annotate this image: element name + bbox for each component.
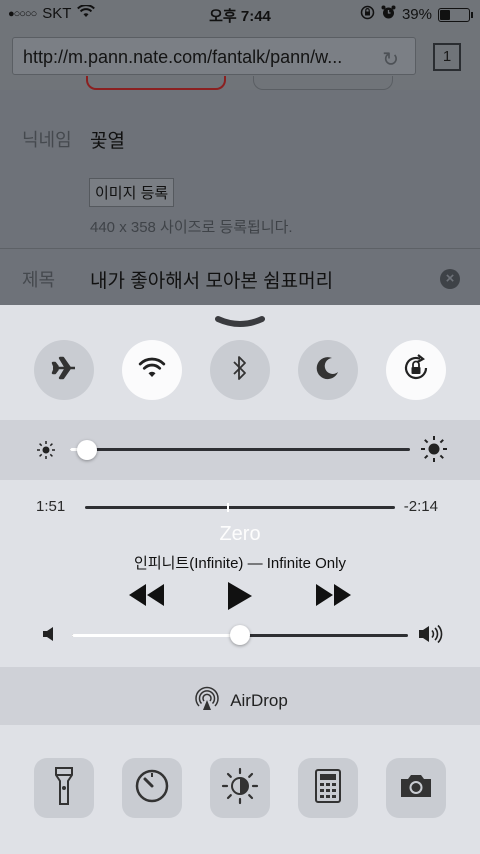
- airdrop-icon: [192, 683, 222, 718]
- reload-icon[interactable]: ↻: [382, 47, 399, 72]
- flashlight-button[interactable]: [34, 758, 94, 818]
- elapsed-time: 1:51: [36, 498, 66, 515]
- url-text: http://m.pann.nate.com/fantalk/pann/w...: [23, 47, 343, 67]
- timer-icon: [134, 768, 170, 809]
- camera-icon: [399, 773, 433, 804]
- volume-fill: [72, 634, 240, 637]
- fast-forward-icon[interactable]: [314, 580, 352, 615]
- grabber-handle-icon[interactable]: [215, 315, 265, 336]
- playback-position[interactable]: [226, 503, 229, 512]
- calculator-button[interactable]: [298, 758, 358, 818]
- browser-toolbar: http://m.pann.nate.com/fantalk/pann/w...…: [0, 28, 480, 90]
- clear-title-icon[interactable]: ×: [440, 269, 460, 289]
- wifi-toggle[interactable]: [122, 340, 182, 400]
- song-title: Zero: [219, 523, 261, 545]
- url-field[interactable]: http://m.pann.nate.com/fantalk/pann/w...…: [12, 37, 416, 75]
- airplane-mode-toggle[interactable]: [34, 340, 94, 400]
- form-divider: [0, 248, 480, 249]
- play-icon[interactable]: [226, 580, 254, 617]
- control-center: 1:51 -2:14 Zero 인피니트(Infinite) — Infinit…: [0, 305, 480, 854]
- volume-knob[interactable]: [230, 625, 250, 645]
- brightness-control: [0, 420, 480, 480]
- quick-tools: [0, 725, 480, 854]
- airdrop-label: AirDrop: [230, 690, 288, 710]
- title-input[interactable]: 내가 좋아해서 모아본 쉼표머리: [90, 266, 333, 293]
- nickname-label: 닉네임: [22, 130, 72, 150]
- moon-icon: [315, 355, 341, 386]
- battery-percent: 39%: [401, 6, 432, 23]
- wifi-icon: [138, 356, 166, 385]
- do-not-disturb-toggle[interactable]: [298, 340, 358, 400]
- submit-button-partial[interactable]: [86, 76, 226, 90]
- image-upload-button[interactable]: 이미지 등록: [89, 178, 175, 207]
- volume-low-icon: [42, 626, 56, 647]
- artist-album: 인피니트(Infinite) — Infinite Only: [134, 555, 346, 572]
- flashlight-icon: [54, 766, 74, 811]
- rewind-icon[interactable]: [128, 580, 166, 615]
- bluetooth-icon: [230, 354, 250, 387]
- title-label: 제목: [22, 270, 56, 290]
- bluetooth-toggle[interactable]: [210, 340, 270, 400]
- brightness-track[interactable]: [70, 448, 410, 451]
- battery-icon: [438, 7, 473, 22]
- timer-button[interactable]: [122, 758, 182, 818]
- nickname-value: 꽃열: [90, 131, 125, 152]
- camera-button[interactable]: [386, 758, 446, 818]
- night-shift-icon: [221, 767, 259, 810]
- rotation-lock-toggle[interactable]: [386, 340, 446, 400]
- cancel-button-partial[interactable]: [253, 76, 393, 90]
- brightness-high-icon: [420, 435, 448, 468]
- toggle-row: [0, 340, 480, 402]
- brightness-knob[interactable]: [77, 440, 97, 460]
- playback-track[interactable]: [85, 506, 395, 509]
- alarm-status-icon: [381, 5, 396, 24]
- now-playing: 1:51 -2:14 Zero 인피니트(Infinite) — Infinit…: [0, 480, 480, 667]
- brightness-low-icon: [36, 440, 56, 465]
- image-size-hint: 440 x 358 사이즈로 등록됩니다.: [90, 219, 293, 236]
- airdrop-button[interactable]: AirDrop: [0, 667, 480, 725]
- calculator-icon: [315, 768, 341, 808]
- night-shift-button[interactable]: [210, 758, 270, 818]
- status-bar: ●○○○○ SKT 오후 7:44 39%: [0, 0, 480, 28]
- volume-high-icon: [418, 624, 444, 649]
- remaining-time: -2:14: [403, 498, 438, 515]
- airplane-icon: [50, 354, 78, 387]
- rotation-lock-icon: [400, 352, 432, 389]
- tabs-button[interactable]: 1: [433, 43, 461, 71]
- rotation-lock-status-icon: [360, 5, 375, 24]
